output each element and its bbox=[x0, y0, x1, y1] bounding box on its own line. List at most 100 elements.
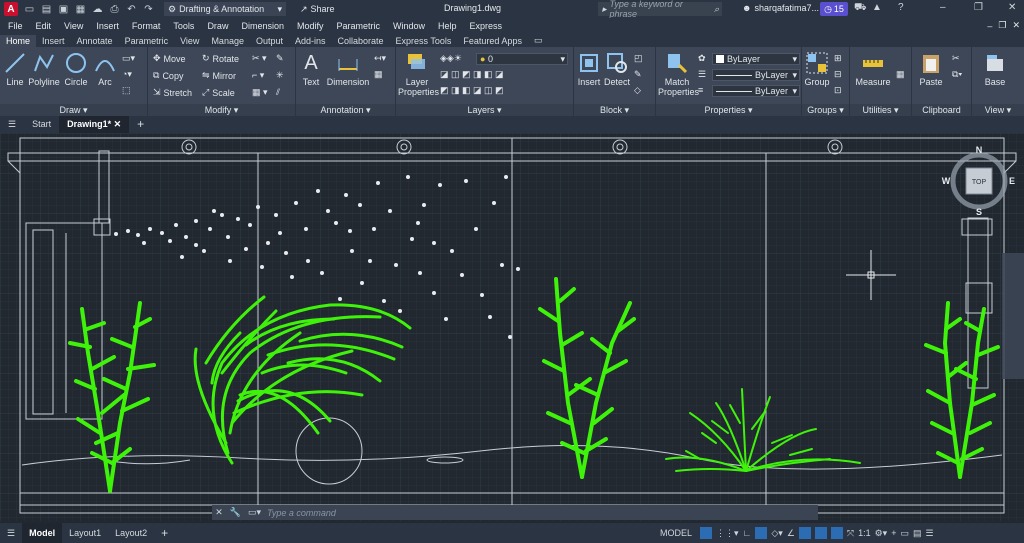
grid-icon[interactable] bbox=[700, 527, 713, 539]
tab-drawing1[interactable]: Drawing1* ✕ bbox=[59, 116, 130, 133]
open-folder-icon[interactable]: ▤ bbox=[41, 4, 52, 15]
annotation-visibility-icon[interactable] bbox=[830, 527, 843, 539]
lineweight-toggle-icon[interactable] bbox=[814, 527, 827, 539]
annotation-scale-label[interactable]: 1:1 bbox=[858, 528, 871, 538]
units-icon[interactable]: ▭ bbox=[900, 528, 909, 539]
copy-clip-icon[interactable]: ⧉▾ bbox=[952, 69, 962, 80]
search-box[interactable]: ▸ Type a keyword or phrase ⌕ bbox=[598, 0, 722, 19]
model-space[interactable]: TOP N S E W bbox=[0, 133, 1024, 521]
tab-insert[interactable]: Insert bbox=[36, 35, 71, 47]
erase-icon[interactable]: ✎ bbox=[276, 53, 284, 64]
help-triangle-icon[interactable]: ▲ bbox=[872, 2, 882, 13]
arc-tool[interactable]: Arc bbox=[94, 51, 116, 87]
layer-state-icons[interactable]: ◈◈☀ bbox=[440, 53, 462, 64]
attributes-icon[interactable]: ◇ bbox=[634, 85, 641, 96]
annotation-scale-icon[interactable]: ⤧ bbox=[847, 528, 854, 539]
layers-panel-title[interactable]: Layers ▾ bbox=[396, 104, 573, 116]
tab-parametric[interactable]: Parametric bbox=[119, 35, 175, 47]
isodraft-icon[interactable]: ◇▾ bbox=[771, 528, 782, 539]
ungroup-icon[interactable]: ⊞ bbox=[834, 53, 842, 64]
tab-manage[interactable]: Manage bbox=[205, 35, 250, 47]
layer-properties-tool[interactable]: Layer Properties bbox=[398, 51, 439, 97]
calculator-icon[interactable]: ▦ bbox=[896, 69, 905, 80]
search-input[interactable]: Type a keyword or phrase bbox=[610, 0, 711, 19]
tab-model[interactable]: Model bbox=[22, 523, 63, 543]
print-icon[interactable]: ⎙ bbox=[109, 4, 120, 15]
annotation-monitor-icon[interactable]: + bbox=[891, 528, 896, 538]
osnap-icon[interactable] bbox=[798, 527, 811, 539]
close-command-icon[interactable]: ✕ bbox=[215, 507, 223, 518]
customize-command-icon[interactable]: 🔧 bbox=[229, 507, 240, 518]
workspace-gear-icon[interactable]: ⚙▾ bbox=[875, 528, 888, 539]
tab-featured-apps[interactable]: Featured Apps bbox=[457, 35, 528, 47]
tab-layout1[interactable]: Layout1 bbox=[62, 523, 108, 543]
menu-help[interactable]: Help bbox=[438, 21, 457, 31]
linetype-dropdown[interactable]: ByLayer ▾ bbox=[712, 69, 800, 81]
copy-tool[interactable]: ⧉ Copy bbox=[153, 70, 183, 81]
restore-icon[interactable]: ❐ bbox=[974, 2, 983, 13]
tab-collaborate[interactable]: Collaborate bbox=[332, 35, 390, 47]
match-properties-tool[interactable]: Match Properties bbox=[658, 51, 699, 97]
osnap-track-icon[interactable]: ∠ bbox=[787, 528, 795, 539]
menu-format[interactable]: Format bbox=[132, 21, 161, 31]
utilities-panel-title[interactable]: Utilities ▾ bbox=[850, 104, 911, 116]
search-icon[interactable]: ⌕ bbox=[714, 4, 719, 15]
tab-layout2[interactable]: Layout2 bbox=[108, 523, 154, 543]
cut-icon[interactable]: ✂ bbox=[952, 53, 960, 64]
polar-icon[interactable] bbox=[755, 527, 768, 539]
ribbon-toggle-icon[interactable]: ▭ bbox=[528, 34, 549, 47]
scale-tool[interactable]: ⤢ Scale bbox=[202, 87, 235, 98]
text-tool[interactable]: A Text bbox=[300, 51, 322, 87]
fillet-icon[interactable]: ⌐ ▾ bbox=[252, 70, 264, 81]
trial-badge[interactable]: ◷ 15 bbox=[820, 2, 848, 16]
menu-view[interactable]: View bbox=[64, 21, 83, 31]
new-file-icon[interactable]: ▭ bbox=[24, 4, 35, 15]
annotation-panel-title[interactable]: Annotation ▾ bbox=[296, 104, 395, 116]
help-icon[interactable]: ? bbox=[898, 2, 904, 13]
cart-icon[interactable]: ⛟ bbox=[854, 2, 867, 15]
redo-icon[interactable]: ↷ bbox=[143, 4, 154, 15]
view-panel-title[interactable]: View ▾ bbox=[972, 104, 1024, 116]
layer-tools-row-1[interactable]: ◪ ◫ ◩ ◨ ◧ ◪ bbox=[440, 69, 504, 80]
snap-icon[interactable]: ⋮⋮▾ bbox=[716, 528, 739, 539]
group-tool[interactable]: Group bbox=[804, 51, 830, 87]
tab-express-tools[interactable]: Express Tools bbox=[390, 35, 458, 47]
close-tab-icon[interactable]: ✕ bbox=[114, 119, 122, 129]
add-layout-icon[interactable]: + bbox=[154, 523, 175, 543]
menu-insert[interactable]: Insert bbox=[96, 21, 119, 31]
clipboard-panel-title[interactable]: Clipboard bbox=[912, 104, 971, 116]
paste-tool[interactable]: Paste bbox=[916, 51, 946, 87]
menu-edit[interactable]: Edit bbox=[36, 21, 52, 31]
hatch-icon[interactable]: ◔▾ bbox=[122, 69, 132, 80]
workspace-switcher[interactable]: ⚙ Drafting & Annotation ▾ bbox=[164, 2, 286, 16]
block-panel-title[interactable]: Block ▾ bbox=[574, 104, 655, 116]
move-tool[interactable]: ✥ Move bbox=[153, 53, 186, 64]
autocad-logo[interactable]: A bbox=[4, 2, 18, 16]
line-tool[interactable]: Line bbox=[4, 51, 26, 87]
tab-home[interactable]: Home bbox=[0, 35, 37, 47]
layout-menu-icon[interactable]: ☰ bbox=[0, 523, 22, 543]
menu-draw[interactable]: Draw bbox=[207, 21, 228, 31]
menu-close-icon[interactable]: ✕ bbox=[1012, 20, 1020, 31]
undo-icon[interactable]: ↶ bbox=[126, 4, 137, 15]
group-select-icon[interactable]: ⊡ bbox=[834, 85, 842, 96]
share-button[interactable]: ↗ Share bbox=[300, 4, 335, 15]
menu-restore-icon[interactable]: ❐ bbox=[998, 20, 1006, 31]
viewcube-east[interactable]: E bbox=[1009, 176, 1015, 186]
tab-view[interactable]: View bbox=[174, 35, 205, 47]
navigation-bar[interactable] bbox=[1002, 253, 1024, 379]
layer-dropdown[interactable]: ● 0 ▾ bbox=[476, 53, 568, 65]
save-as-icon[interactable]: ▦ bbox=[75, 4, 86, 15]
user-account[interactable]: ☻ sharqafatima7... ▾ bbox=[742, 3, 827, 14]
mirror-tool[interactable]: ⇋ Mirror bbox=[202, 70, 236, 81]
drawing-canvas[interactable]: TOP N S E W bbox=[0, 133, 1024, 521]
edit-block-icon[interactable]: ✎ bbox=[634, 69, 642, 80]
ortho-icon[interactable]: ∟ bbox=[743, 528, 752, 538]
menu-express[interactable]: Express bbox=[470, 21, 503, 31]
groups-panel-title[interactable]: Groups ▾ bbox=[802, 104, 849, 116]
layer-tools-row-2[interactable]: ◩ ◨ ◧ ◪ ◫ ◩ bbox=[440, 85, 504, 96]
tab-output[interactable]: Output bbox=[250, 35, 289, 47]
array-icon[interactable]: ▦ ▾ bbox=[252, 87, 268, 98]
command-line[interactable]: ▭▾ Type a command bbox=[244, 505, 818, 520]
stretch-tool[interactable]: ⇲ Stretch bbox=[153, 87, 192, 98]
